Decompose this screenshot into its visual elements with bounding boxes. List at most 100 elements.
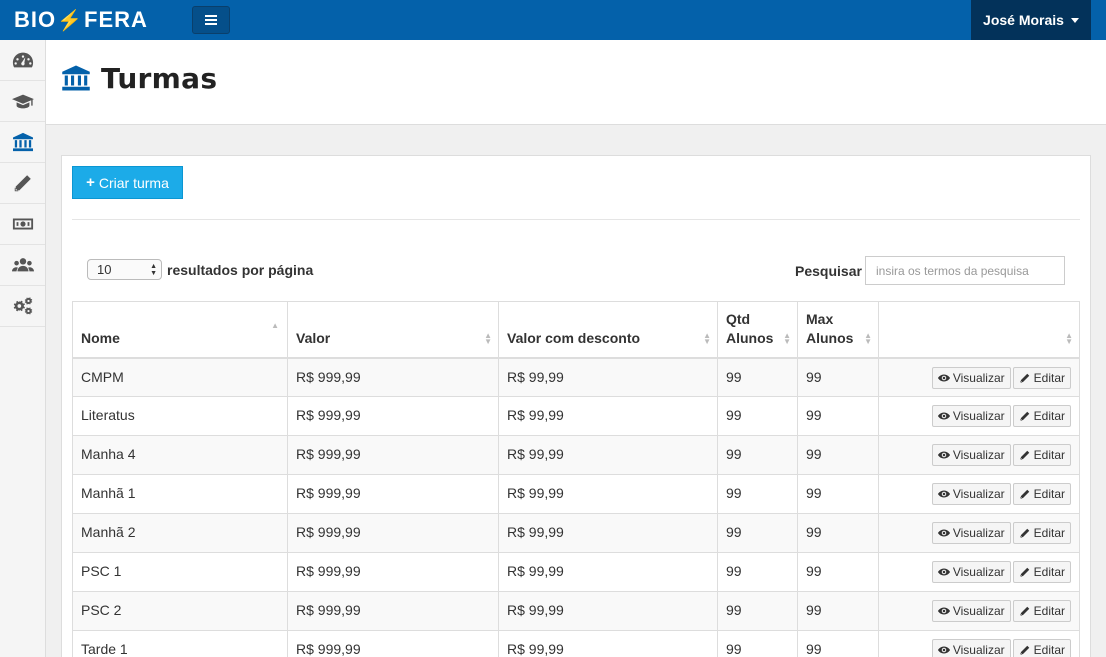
pencil-icon (1020, 606, 1029, 616)
edit-button[interactable]: Editar (1012, 405, 1071, 427)
view-button[interactable]: Visualizar (931, 483, 1011, 505)
cell-valor-desconto: R$ 99,99 (498, 630, 718, 657)
cell-valor: R$ 999,99 (287, 357, 499, 397)
edit-button[interactable]: Editar (1012, 561, 1071, 583)
view-button[interactable]: Visualizar (931, 405, 1011, 427)
view-button[interactable]: Visualizar (931, 600, 1011, 622)
sidebar-item-finance[interactable] (0, 204, 45, 245)
column-header-valor-desconto[interactable]: Valor com desconto ▲ ▼ (498, 301, 718, 359)
page-size-value: 10 (97, 262, 112, 277)
cell-max-alunos: 99 (797, 630, 879, 657)
sort-icon: ▲ ▼ (1065, 330, 1073, 346)
eye-icon (937, 412, 950, 420)
cell-qtd-alunos: 99 (717, 630, 798, 657)
money-icon (12, 218, 33, 230)
cell-max-alunos: 99 (797, 513, 879, 553)
sort-icon: ▲ ▼ (864, 330, 872, 346)
cell-qtd-alunos: 99 (717, 474, 798, 514)
sidebar-item-edit[interactable] (0, 163, 45, 204)
cell-max-alunos: 99 (797, 357, 879, 397)
cell-max-alunos: 99 (797, 474, 879, 514)
dashboard-icon (12, 52, 33, 68)
cogs-icon (13, 297, 32, 315)
cell-valor: R$ 999,99 (287, 474, 499, 514)
cell-qtd-alunos: 99 (717, 552, 798, 592)
cell-valor-desconto: R$ 99,99 (498, 591, 718, 631)
cell-nome: CMPM (72, 357, 288, 397)
create-class-label: Criar turma (98, 174, 169, 191)
page-title: Turmas (101, 62, 218, 95)
table-row: Manhã 2 R$ 999,99 R$ 99,99 99 99 Visualizar Ed… (72, 513, 1080, 553)
column-header-max-alunos[interactable]: Max Alunos ▲ ▼ (797, 301, 879, 359)
cell-actions: Visualizar Editar (878, 357, 1080, 397)
edit-button[interactable]: Editar (1012, 483, 1071, 505)
cell-qtd-alunos: 99 (717, 513, 798, 553)
sidebar-item-users[interactable] (0, 245, 45, 286)
institution-icon (62, 65, 90, 91)
caret-down-icon (1070, 17, 1079, 23)
brand-logo-left: BIO (14, 7, 57, 32)
brand-logo[interactable]: BIO ⚡ FERA (14, 7, 148, 32)
view-button[interactable]: Visualizar (931, 366, 1011, 389)
sidebar-item-classes[interactable] (0, 122, 45, 163)
edit-button[interactable]: Editar (1012, 444, 1071, 466)
view-button[interactable]: Visualizar (931, 522, 1011, 544)
sidebar (0, 40, 46, 657)
cell-valor: R$ 999,99 (287, 552, 499, 592)
cell-nome: Literatus (72, 396, 288, 436)
cell-nome: Manha 4 (72, 435, 288, 475)
table-row: Manhã 1 R$ 999,99 R$ 99,99 99 99 Visualizar Ed… (72, 474, 1080, 514)
page-size-label: resultados por página (167, 262, 314, 278)
eye-icon (937, 646, 950, 654)
bolt-icon: ⚡ (57, 9, 84, 32)
sidebar-item-dashboard[interactable] (0, 40, 45, 81)
page-size-select[interactable]: 10 ▲ ▼ (87, 259, 162, 280)
column-header-qtd-alunos[interactable]: Qtd Alunos ▲ ▼ (717, 301, 798, 359)
user-menu-dropdown[interactable]: José Morais (971, 0, 1091, 40)
view-button[interactable]: Visualizar (931, 561, 1011, 583)
cell-nome: Manhã 1 (72, 474, 288, 514)
cell-valor: R$ 999,99 (287, 591, 499, 631)
column-header-valor[interactable]: Valor ▲ ▼ (287, 301, 499, 359)
cell-valor: R$ 999,99 (287, 513, 499, 553)
cell-nome: PSC 1 (72, 552, 288, 592)
main-content: Turmas + Criar turma 10 ▲ ▼ resultados po… (46, 40, 1106, 657)
create-class-button[interactable]: + Criar turma (72, 166, 183, 199)
cell-actions: Visualizar Editar (878, 552, 1080, 592)
search-input[interactable] (865, 256, 1065, 285)
table-row: PSC 2 R$ 999,99 R$ 99,99 99 99 Visualizar Edit… (72, 591, 1080, 631)
cell-actions: Visualizar Editar (878, 474, 1080, 514)
graduation-cap-icon (11, 94, 34, 109)
edit-button[interactable]: Editar (1012, 522, 1071, 544)
pencil-icon (1020, 489, 1029, 499)
cell-nome: PSC 2 (72, 591, 288, 631)
view-button[interactable]: Visualizar (931, 639, 1011, 657)
column-header-nome[interactable]: Nome ▲ (72, 301, 288, 359)
cell-actions: Visualizar Editar (878, 591, 1080, 631)
table-row: Literatus R$ 999,99 R$ 99,99 99 99 Visualizar… (72, 396, 1080, 436)
cell-actions: Visualizar Editar (878, 396, 1080, 436)
classes-table: Nome ▲ Valor ▲ ▼ Valor com desconto ▲ ▼ Qtd A… (72, 301, 1080, 657)
sidebar-item-settings[interactable] (0, 286, 45, 327)
sort-asc-icon: ▲ (271, 320, 279, 330)
cell-nome: Manhã 2 (72, 513, 288, 553)
eye-icon (937, 490, 950, 498)
cell-max-alunos: 99 (797, 396, 879, 436)
cell-max-alunos: 99 (797, 591, 879, 631)
cell-qtd-alunos: 99 (717, 357, 798, 397)
sort-icon: ▲ ▼ (484, 330, 492, 346)
edit-button[interactable]: Editar (1012, 600, 1071, 622)
edit-button[interactable]: Editar (1012, 639, 1071, 657)
cell-valor-desconto: R$ 99,99 (498, 552, 718, 592)
view-button[interactable]: Visualizar (931, 444, 1011, 466)
sidebar-item-courses[interactable] (0, 81, 45, 122)
cell-qtd-alunos: 99 (717, 435, 798, 475)
table-row: PSC 1 R$ 999,99 R$ 99,99 99 99 Visualizar Edit… (72, 552, 1080, 592)
menu-toggle-button[interactable] (192, 6, 230, 34)
column-header-actions[interactable]: ▲ ▼ (878, 301, 1080, 359)
table-row: Tarde 1 R$ 999,99 R$ 99,99 99 99 Visualizar Ed… (72, 630, 1080, 657)
cell-actions: Visualizar Editar (878, 513, 1080, 553)
cell-max-alunos: 99 (797, 435, 879, 475)
edit-button[interactable]: Editar (1012, 366, 1071, 389)
table-row: Manha 4 R$ 999,99 R$ 99,99 99 99 Visualizar Ed… (72, 435, 1080, 475)
